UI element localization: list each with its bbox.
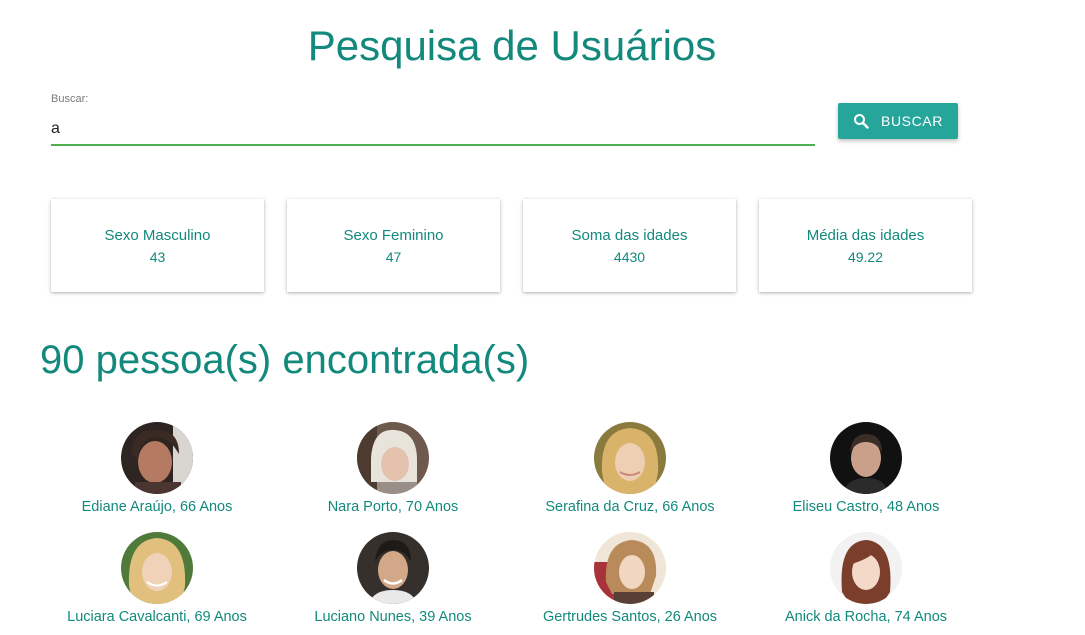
person-caption: Anick da Rocha, 74 Anos [784,609,948,625]
stat-value: 49.22 [847,249,884,265]
person-card[interactable]: Ediane Araújo, 66 Anos [39,422,275,515]
search-icon [853,113,869,129]
avatar [594,422,666,494]
stat-label: Soma das idades [571,227,688,244]
person-caption: Ediane Araújo, 66 Anos [81,499,233,515]
person-card[interactable]: Serafina da Cruz, 66 Anos [512,422,748,515]
person-caption: Luciara Cavalcanti, 69 Anos [67,609,247,625]
search-input[interactable] [51,114,815,146]
person-card[interactable]: Eliseu Castro, 48 Anos [748,422,984,515]
person-caption: Nara Porto, 70 Anos [327,499,459,515]
page: Pesquisa de Usuários Buscar: BUSCAR Sexo… [0,0,1085,635]
avatar [830,422,902,494]
person-card[interactable]: Luciano Nunes, 39 Anos [275,532,511,625]
avatar [357,532,429,604]
person-caption: Eliseu Castro, 48 Anos [792,499,940,515]
search-button-label: BUSCAR [881,113,943,129]
person-caption: Serafina da Cruz, 66 Anos [545,499,715,515]
person-card[interactable]: Gertrudes Santos, 26 Anos [512,532,748,625]
stat-value: 43 [149,249,166,265]
stat-card-age-sum: Soma das idades 4430 [523,199,736,292]
person-caption: Luciano Nunes, 39 Anos [314,609,472,625]
stat-label: Sexo Feminino [343,227,444,244]
search-label: Buscar: [51,93,89,105]
person-card[interactable]: Luciara Cavalcanti, 69 Anos [39,532,275,625]
stat-card-male: Sexo Masculino 43 [51,199,264,292]
stat-label: Sexo Masculino [104,227,211,244]
stat-card-age-average: Média das idades 49.22 [759,199,972,292]
results-count-heading: 90 pessoa(s) encontrada(s) [40,338,530,382]
stat-card-female: Sexo Feminino 47 [287,199,500,292]
avatar [121,532,193,604]
stat-value: 4430 [613,249,646,265]
person-caption: Gertrudes Santos, 26 Anos [542,609,718,625]
avatar [830,532,902,604]
person-card[interactable]: Anick da Rocha, 74 Anos [748,532,984,625]
stat-label: Média das idades [806,227,925,244]
person-card[interactable]: Nara Porto, 70 Anos [275,422,511,515]
avatar [357,422,429,494]
page-title: Pesquisa de Usuários [307,22,717,69]
avatar [121,422,193,494]
stat-value: 47 [385,249,402,265]
avatar [594,532,666,604]
search-button[interactable]: BUSCAR [838,103,958,139]
